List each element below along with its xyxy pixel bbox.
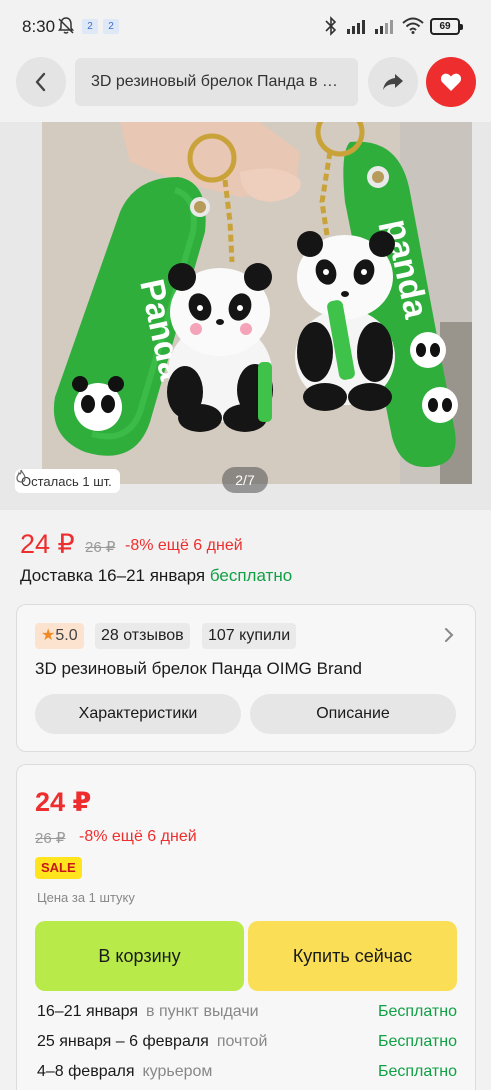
delivery-option-dates: 25 января – 6 февраля — [37, 1033, 209, 1050]
current-price: 24 ₽ — [20, 529, 75, 559]
page-title[interactable]: 3D резиновый брелок Панда в китайском ст… — [75, 58, 358, 106]
delivery-option-method: курьером — [142, 1063, 213, 1080]
specs-button[interactable]: Характеристики — [35, 694, 241, 734]
rating-value: 5.0 — [55, 627, 78, 644]
purchases-chip[interactable]: 107 купили — [202, 623, 297, 649]
product-photo: Panda panda — [0, 122, 491, 510]
delivery-dates: Доставка 16–21 января — [20, 566, 206, 585]
delivery-option-method: в пункт выдачи — [146, 1003, 259, 1020]
sale-badge: SALE — [35, 857, 82, 879]
signal-icon — [375, 20, 393, 34]
wifi-icon — [402, 17, 424, 34]
delivery-option-dates: 16–21 января — [37, 1003, 139, 1020]
add-to-cart-button[interactable]: В корзину — [35, 921, 244, 991]
delivery-option[interactable]: 25 января – 6 февраля почтой Бесплатно — [37, 1033, 457, 1055]
chevron-right-icon[interactable] — [443, 627, 455, 643]
delivery-option-method: почтой — [216, 1033, 268, 1050]
delivery-option[interactable]: 4–8 февраля курьером Бесплатно — [37, 1063, 457, 1085]
favorite-button[interactable] — [426, 57, 476, 107]
product-image-gallery[interactable]: Panda panda Осталась 1 шт. 2/7 — [0, 122, 491, 510]
rating-chip[interactable]: ★5.0 — [35, 623, 84, 649]
delivery-option-cost: Бесплатно — [377, 1003, 457, 1020]
reviews-chip[interactable]: 28 отзывов — [95, 623, 190, 649]
chevron-left-icon — [35, 72, 46, 92]
signal-icon — [347, 20, 365, 34]
product-info-card: ★5.0 28 отзывов 107 купили 3D резиновый … — [16, 604, 476, 752]
delivery-option-dates: 4–8 февраля — [37, 1063, 135, 1080]
heart-icon — [440, 73, 462, 91]
product-title: 3D резиновый брелок Панда OIMG Brand — [35, 659, 362, 678]
delivery-option[interactable]: 16–21 января в пункт выдачи Бесплатно — [37, 1003, 457, 1025]
muted-bell-icon — [58, 17, 74, 34]
notification-app-icon: 2 — [103, 19, 119, 34]
unit-price-note: Цена за 1 штуку — [37, 890, 135, 905]
old-price: 26 ₽ — [85, 539, 116, 556]
bluetooth-icon — [325, 16, 337, 36]
back-button[interactable] — [16, 57, 66, 107]
share-button[interactable] — [368, 57, 418, 107]
status-bar: 8:30 2 2 69 — [0, 0, 491, 52]
purchase-card: 24 ₽ 26 ₽ -8% ещё 6 дней SALE Цена за 1 … — [16, 764, 476, 1090]
top-nav: 3D резиновый брелок Панда в китайском ст… — [0, 52, 491, 120]
buy-old-price: 26 ₽ — [35, 830, 66, 847]
stock-badge: Осталась 1 шт. — [15, 469, 120, 493]
description-button[interactable]: Описание — [250, 694, 456, 734]
battery-icon: 69 — [430, 18, 463, 35]
discount-label: -8% ещё 6 дней — [125, 537, 243, 554]
image-counter: 2/7 — [222, 467, 268, 493]
share-arrow-icon — [383, 74, 403, 90]
buy-now-button[interactable]: Купить сейчас — [248, 921, 457, 991]
delivery-summary: Доставка 16–21 января бесплатно — [20, 566, 292, 586]
notification-app-icon: 2 — [82, 19, 98, 34]
flame-icon — [16, 469, 26, 483]
price-summary: 24 ₽ 26 ₽ -8% ещё 6 дней Доставка 16–21 … — [0, 510, 491, 598]
buy-price: 24 ₽ — [35, 787, 92, 817]
status-time: 8:30 — [22, 17, 56, 36]
stock-label: Осталась 1 шт. — [21, 473, 112, 489]
delivery-option-cost: Бесплатно — [377, 1063, 457, 1080]
delivery-free-label: бесплатно — [209, 566, 293, 585]
buy-discount: -8% ещё 6 дней — [79, 828, 197, 845]
delivery-option-cost: Бесплатно — [377, 1033, 457, 1050]
star-icon: ★ — [41, 627, 56, 644]
